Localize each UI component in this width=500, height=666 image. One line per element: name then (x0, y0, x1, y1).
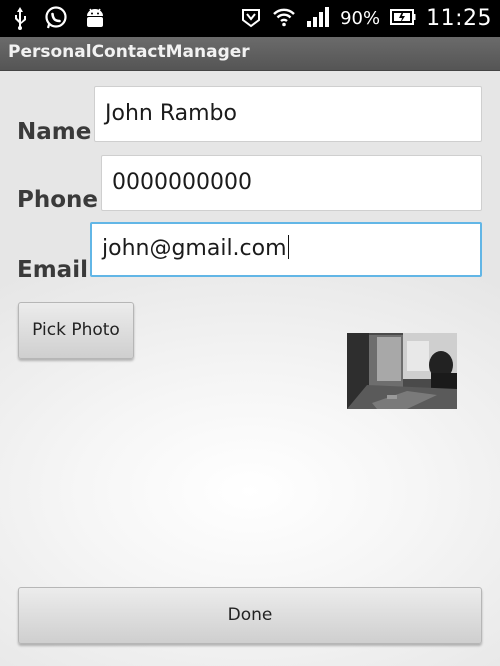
name-label: Name (17, 119, 92, 145)
email-value: john@gmail.com (102, 236, 287, 261)
usb-icon (12, 6, 28, 34)
notification-icons (12, 6, 106, 34)
android-icon (84, 6, 106, 34)
phone-field[interactable]: 0000000000 (101, 155, 482, 211)
nfc-icon (240, 6, 262, 32)
done-button[interactable]: Done (18, 587, 482, 644)
whatsapp-icon (44, 6, 68, 34)
contact-form: Name John Rambo Phone 0000000000 Email j… (0, 71, 500, 666)
email-label: Email (17, 257, 88, 283)
email-field[interactable]: john@gmail.com (90, 222, 482, 277)
status-bar: 90% 11:25 (0, 0, 500, 37)
name-field[interactable]: John Rambo (94, 86, 482, 142)
phone-label: Phone (17, 187, 99, 213)
signal-icon (306, 6, 330, 32)
contact-photo[interactable] (347, 333, 457, 409)
pick-photo-button[interactable]: Pick Photo (18, 302, 134, 359)
app-title-bar: PersonalContactManager (0, 37, 500, 71)
battery-percent: 90% (340, 8, 381, 29)
battery-icon (390, 8, 416, 30)
app-title: PersonalContactManager (8, 42, 250, 62)
system-icons: 90% 11:25 (240, 0, 492, 37)
text-cursor (287, 235, 290, 259)
wifi-icon (272, 7, 296, 31)
clock: 11:25 (426, 6, 492, 31)
